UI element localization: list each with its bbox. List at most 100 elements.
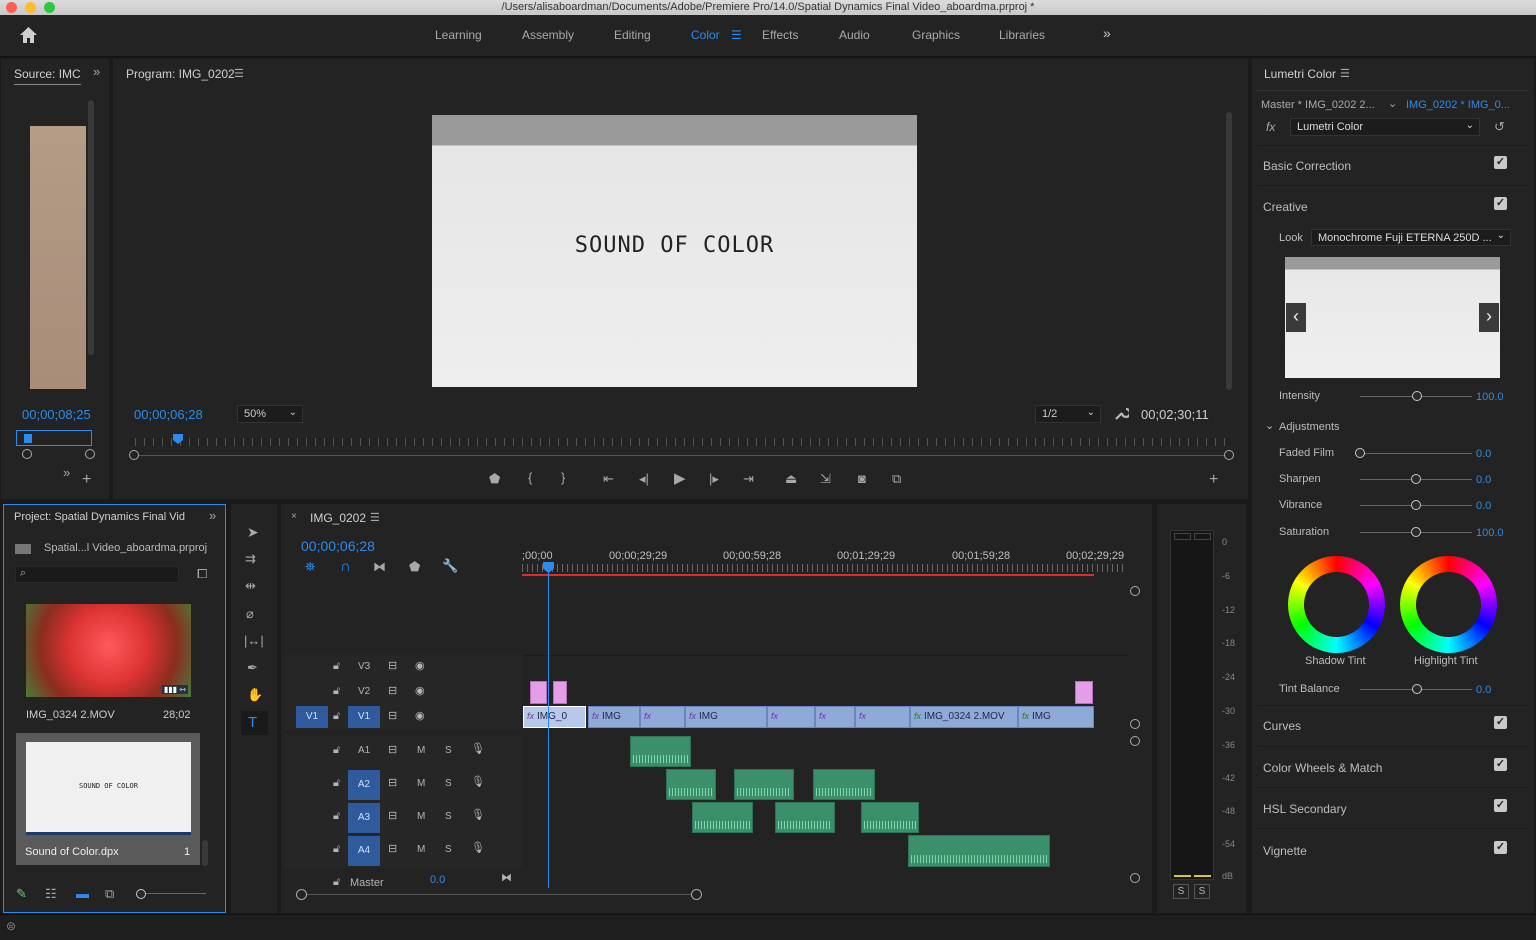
nest-icon[interactable]: ⛯ [305, 559, 315, 575]
slider-value[interactable]: 100.0 [1476, 527, 1504, 539]
sync-lock-icon[interactable]: ⊟ [388, 842, 397, 855]
workspace-graphics[interactable]: Graphics [912, 28, 960, 42]
slider-knob[interactable] [1411, 500, 1421, 510]
intensity-slider-knob[interactable] [1412, 391, 1422, 401]
eye-icon[interactable]: ◉ [415, 709, 425, 722]
solo-right-button[interactable]: S [1194, 884, 1210, 899]
highlight-tint-wheel[interactable] [1400, 556, 1497, 653]
sequence-tab[interactable]: IMG_0202 [310, 511, 366, 525]
wrench-icon[interactable] [1113, 406, 1129, 422]
video-clip[interactable]: fx [815, 706, 855, 728]
video-clip[interactable]: fx IMG [1018, 706, 1094, 728]
mute-button[interactable]: M [417, 745, 425, 756]
slider-value[interactable]: 0.0 [1476, 448, 1491, 460]
program-scrollbar[interactable] [1226, 112, 1232, 390]
pencil-icon[interactable]: ✎ [16, 886, 27, 902]
mark-out-icon[interactable]: } [561, 470, 565, 485]
source-more-controls-icon[interactable]: » [63, 465, 70, 480]
video-clip[interactable]: fx [767, 706, 815, 728]
video-clip[interactable]: fx IMG [588, 706, 640, 728]
panel-overflow-icon[interactable]: » [209, 508, 216, 523]
basic-correction-checkbox[interactable]: ✓ [1494, 156, 1507, 169]
solo-button[interactable]: S [445, 745, 452, 756]
source-playhead[interactable] [24, 434, 32, 443]
list-view-icon[interactable]: ☷ [45, 886, 57, 902]
source-zoom-left-handle[interactable] [22, 449, 32, 459]
sync-lock-icon[interactable]: ⊟ [388, 684, 397, 697]
timeline-zoom-right-handle[interactable] [691, 889, 702, 900]
solo-button[interactable]: S [445, 844, 452, 855]
timeline-settings-wrench-icon[interactable]: 🔧 [442, 558, 458, 574]
color-wheels-checkbox[interactable]: ✓ [1494, 758, 1507, 771]
extract-icon[interactable]: ⇲ [820, 471, 831, 487]
sync-lock-icon[interactable]: ⊟ [388, 709, 397, 722]
source-patch-v1[interactable]: V1 [296, 706, 328, 728]
hsl-secondary-checkbox[interactable]: ✓ [1494, 799, 1507, 812]
lock-icon[interactable]: 🔓︎ [333, 710, 340, 723]
solo-button[interactable]: S [445, 778, 452, 789]
section-vignette[interactable]: Vignette [1263, 844, 1307, 858]
project-scrollbar[interactable] [202, 840, 208, 866]
sync-lock-icon[interactable]: ⊟ [388, 776, 397, 789]
workspace-learning[interactable]: Learning [435, 28, 482, 42]
home-icon[interactable] [19, 26, 38, 44]
video-clip[interactable]: fx IMG_0 [523, 706, 586, 728]
program-time-ruler[interactable] [135, 438, 1225, 446]
new-bin-icon[interactable]: ⧠ [197, 566, 207, 582]
tint-balance-slider-knob[interactable] [1412, 684, 1422, 694]
workspace-color[interactable]: Color [691, 28, 720, 42]
tint-balance-value[interactable]: 0.0 [1476, 684, 1491, 696]
section-hsl-secondary[interactable]: HSL Secondary [1263, 802, 1347, 816]
video-clip[interactable]: fx IMG [685, 706, 767, 728]
chevron-down-icon[interactable]: ⌄ [1388, 97, 1397, 110]
curves-checkbox[interactable]: ✓ [1494, 716, 1507, 729]
intensity-value[interactable]: 100.0 [1476, 391, 1504, 403]
microphone-icon[interactable]: 🎙︎ [471, 775, 485, 788]
lock-icon[interactable]: 🔓︎ [333, 876, 340, 889]
close-window-button[interactable] [6, 2, 17, 13]
peak-indicator-right[interactable] [1194, 533, 1211, 540]
freeform-view-icon[interactable]: ⧉ [105, 886, 114, 902]
type-tool-button[interactable]: T [241, 711, 268, 735]
source-add-button-icon[interactable]: + [82, 471, 91, 489]
slider-knob[interactable] [1411, 527, 1421, 537]
slider-track[interactable] [1360, 453, 1472, 454]
timeline-time-ruler[interactable] [522, 564, 1127, 572]
audio-scroll-handle-bottom[interactable] [1130, 873, 1140, 883]
chevron-down-icon[interactable]: ⌄ [1265, 419, 1274, 432]
workspace-effects[interactable]: Effects [762, 28, 798, 42]
lock-icon[interactable]: 🔓︎ [333, 660, 340, 673]
timeline-timecode[interactable]: 00;00;06;28 [301, 538, 375, 554]
zoom-select[interactable]: 50% ⌄ [237, 405, 303, 423]
microphone-icon[interactable]: 🎙︎ [471, 808, 485, 821]
add-marker-icon[interactable]: ⬟ [409, 559, 420, 575]
graphic-clip[interactable] [530, 681, 547, 704]
go-to-out-icon[interactable]: ⇥ [743, 471, 754, 487]
timeline-menu-icon[interactable]: ☰ [370, 511, 380, 524]
status-icon[interactable]: ⊜ [6, 919, 16, 933]
slider-knob[interactable] [1411, 474, 1421, 484]
audio-clip[interactable] [861, 802, 919, 833]
project-tab[interactable]: Project: Spatial Dynamics Final Vid [14, 511, 185, 523]
audio-scroll-handle-top[interactable] [1130, 736, 1140, 746]
look-next-button[interactable]: › [1479, 303, 1499, 332]
workspace-audio[interactable]: Audio [839, 28, 870, 42]
program-zoom-bar[interactable] [135, 455, 1225, 456]
eye-icon[interactable]: ◉ [415, 659, 425, 672]
resolution-select[interactable]: 1/2 ⌄ [1035, 405, 1101, 423]
video-clip[interactable]: fx [640, 706, 685, 728]
icon-view-icon[interactable]: ▬ [76, 886, 89, 901]
audio-clip[interactable] [813, 769, 875, 800]
close-tab-icon[interactable]: × [291, 511, 297, 522]
hand-tool-icon[interactable]: ✋ [247, 687, 263, 703]
video-scroll-handle-top[interactable] [1130, 586, 1140, 596]
program-timecode[interactable]: 00;00;06;28 [134, 407, 203, 422]
lumetri-tab[interactable]: Lumetri Color [1264, 67, 1336, 81]
video-clip[interactable]: fx IMG_0324 2.MOV [910, 706, 1018, 728]
slider-value[interactable]: 0.0 [1476, 474, 1491, 486]
slider-value[interactable]: 0.0 [1476, 500, 1491, 512]
mute-button[interactable]: M [417, 778, 425, 789]
vignette-checkbox[interactable]: ✓ [1494, 841, 1507, 854]
comparison-view-icon[interactable]: ⧉ [892, 471, 901, 487]
lock-icon[interactable]: 🔓︎ [333, 744, 340, 757]
